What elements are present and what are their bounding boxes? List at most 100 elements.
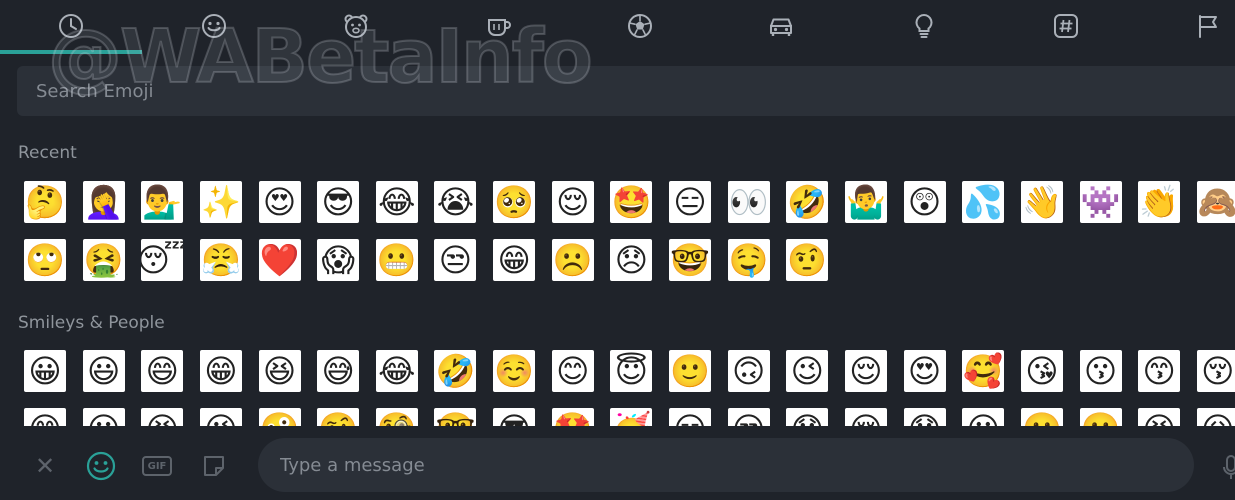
emoji-item[interactable]: 🧐 [375, 408, 418, 426]
emoji-item[interactable]: ✨ [199, 181, 242, 223]
emoji-item[interactable]: 👾 [1079, 181, 1122, 223]
emoji-item[interactable]: 😞 [610, 239, 653, 281]
emoji-item[interactable]: 🤔 [24, 181, 66, 223]
emoji-item[interactable]: 😇 [610, 350, 653, 392]
emoji-item[interactable]: 😔 [844, 408, 887, 426]
tab-recent[interactable] [50, 6, 92, 46]
emoji-item[interactable]: 🤨 [786, 239, 829, 281]
emoji-item[interactable]: 🙁 [1020, 408, 1063, 426]
emoji-item[interactable]: 🥳 [610, 408, 653, 426]
emoji-item[interactable]: 😋 [24, 408, 66, 426]
emoji-item[interactable]: 😌 [844, 350, 887, 392]
emoji-item[interactable]: 😆 [258, 350, 301, 392]
cup-icon [488, 19, 511, 36]
emoji-item[interactable]: 😎 [317, 181, 360, 223]
emoji-item[interactable]: 🤩 [610, 181, 653, 223]
search-bar [17, 66, 1235, 116]
emoji-item[interactable]: 😟 [903, 408, 946, 426]
tab-symbols[interactable] [1045, 6, 1087, 46]
emoji-item[interactable]: 😖 [1196, 408, 1235, 426]
tab-travel[interactable] [760, 6, 802, 46]
smiley-icon [202, 14, 226, 38]
emoji-item[interactable]: ☹️ [551, 239, 594, 281]
emoji-item[interactable]: 😏 [669, 408, 712, 426]
emoji-item[interactable]: 🤨 [317, 408, 360, 426]
emoji-item[interactable]: 😉 [786, 350, 829, 392]
emoji-item[interactable]: 😒 [727, 408, 770, 426]
tab-animals[interactable] [335, 6, 377, 46]
emoji-item[interactable]: 🤷‍♂️ [844, 181, 887, 223]
emoji-item[interactable]: 🤤 [727, 239, 770, 281]
emoji-item[interactable]: 😬 [375, 239, 418, 281]
emoji-item[interactable]: 😌 [551, 181, 594, 223]
smiley-icon [86, 451, 116, 481]
emoji-item[interactable]: 💁‍♂️ [141, 181, 184, 223]
emoji-item[interactable]: ❤️ [258, 239, 301, 281]
emoji-item[interactable]: 🤓 [669, 239, 712, 281]
emoji-item[interactable]: 🤣 [786, 181, 829, 223]
emoji-item[interactable]: 😍 [258, 181, 301, 223]
emoji-item[interactable]: 🤩 [551, 408, 594, 426]
tab-activity[interactable] [619, 6, 661, 46]
smileys-scroll-area[interactable]: 😀 😃 😄 😁 😆 😅 😂 🤣 ☺️ 😊 😇 🙂 🙃 😉 😌 😍 🥰 😘 😗 😙 😚 😋 😛 😝 😜 🤪 🤨 🧐 🤓 😎 🤩 🥳 😏 😒 😞 😔 😟 😕 🙁… [0, 348, 1235, 426]
emoji-item[interactable]: 😄 [141, 350, 184, 392]
emoji-item[interactable]: 😭 [434, 181, 477, 223]
emoji-item[interactable]: 😴 [141, 239, 184, 281]
emoji-item[interactable]: 😝 [141, 408, 184, 426]
emoji-item[interactable]: 👋 [1020, 181, 1063, 223]
emoji-item[interactable]: 😲 [903, 181, 946, 223]
emoji-item[interactable]: 😃 [82, 350, 125, 392]
sticker-button[interactable] [200, 452, 228, 480]
tab-food[interactable] [478, 6, 520, 46]
emoji-item[interactable]: 😗 [1079, 350, 1122, 392]
emoji-item[interactable]: 😤 [199, 239, 242, 281]
section-title-smileys: Smileys & People [18, 313, 165, 333]
emoji-item[interactable]: 🙃 [727, 350, 770, 392]
mic-button[interactable] [1222, 454, 1235, 482]
close-picker-button[interactable]: ✕ [31, 452, 59, 480]
emoji-item[interactable]: 😅 [317, 350, 360, 392]
emoji-item[interactable]: ☹️ [1079, 408, 1122, 426]
tab-flags[interactable] [1187, 6, 1229, 46]
emoji-toggle-button[interactable] [84, 449, 118, 483]
emoji-item[interactable]: 😍 [903, 350, 946, 392]
microphone-icon [1223, 455, 1235, 479]
emoji-item[interactable]: 😘 [1020, 350, 1063, 392]
emoji-item[interactable]: 🙄 [24, 239, 66, 281]
emoji-item[interactable]: 😂 [375, 350, 418, 392]
emoji-item[interactable]: 🤮 [82, 239, 125, 281]
emoji-item[interactable]: 🤣 [434, 350, 477, 392]
emoji-item[interactable]: 😙 [1138, 350, 1181, 392]
emoji-item[interactable]: 😱 [317, 239, 360, 281]
emoji-item[interactable]: 🤦‍♀️ [82, 181, 125, 223]
emoji-item[interactable]: ☺️ [493, 350, 536, 392]
emoji-item[interactable]: 💦 [962, 181, 1005, 223]
message-input[interactable] [278, 453, 1194, 477]
emoji-item[interactable]: 😁 [493, 239, 536, 281]
emoji-item[interactable]: 🥺 [493, 181, 536, 223]
emoji-item[interactable]: 😑 [669, 181, 712, 223]
emoji-item[interactable]: 😀 [24, 350, 66, 392]
emoji-item[interactable]: 🤓 [434, 408, 477, 426]
emoji-item[interactable]: 😞 [786, 408, 829, 426]
emoji-item[interactable]: 👏 [1138, 181, 1181, 223]
emoji-item[interactable]: 🥰 [962, 350, 1005, 392]
search-input[interactable] [34, 79, 1235, 103]
emoji-item[interactable]: 👀 [727, 181, 770, 223]
emoji-item[interactable]: 😛 [82, 408, 125, 426]
tab-smileys[interactable] [193, 6, 235, 46]
emoji-item[interactable]: 🙂 [669, 350, 712, 392]
emoji-item[interactable]: 😁 [199, 350, 242, 392]
emoji-item[interactable]: 😕 [962, 408, 1005, 426]
emoji-item[interactable]: 😎 [493, 408, 536, 426]
emoji-item[interactable]: 😜 [199, 408, 242, 426]
emoji-item[interactable]: 😒 [434, 239, 477, 281]
tab-objects[interactable] [903, 6, 945, 46]
gif-button[interactable]: GIF [142, 456, 172, 476]
emoji-item[interactable]: 🤪 [258, 408, 301, 426]
emoji-item[interactable]: 😂 [375, 181, 418, 223]
emoji-item[interactable]: 😚 [1196, 350, 1235, 392]
emoji-item[interactable]: 😊 [551, 350, 594, 392]
emoji-item[interactable]: 🙈 [1196, 181, 1235, 223]
emoji-item[interactable]: 😣 [1138, 408, 1181, 426]
